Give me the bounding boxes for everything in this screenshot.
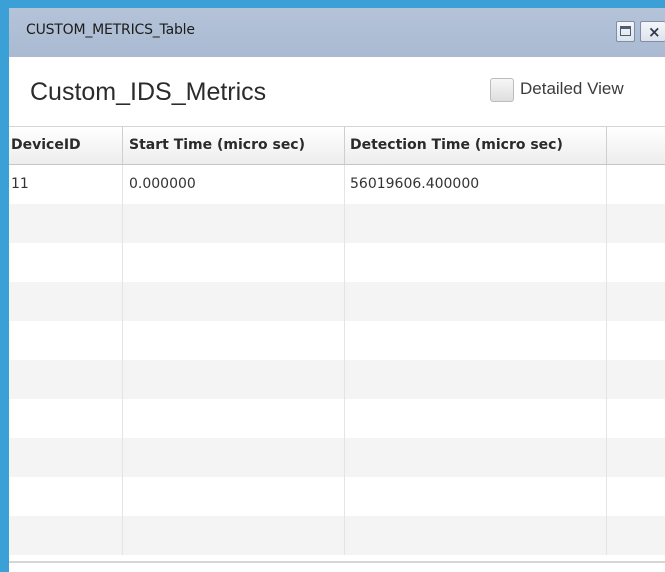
cell-detection-time xyxy=(345,360,607,399)
cell-device-id: 11 xyxy=(9,165,123,204)
table-row[interactable] xyxy=(9,399,665,438)
column-header-detection-time[interactable]: Detection Time (micro sec) xyxy=(345,127,607,164)
cell-start-time xyxy=(123,477,345,516)
cell-start-time xyxy=(123,399,345,438)
detailed-view-label[interactable]: Detailed View xyxy=(520,79,624,99)
cell-start-time xyxy=(123,282,345,321)
cell-device-id xyxy=(9,243,123,282)
cell-device-id xyxy=(9,282,123,321)
cell-device-id xyxy=(9,438,123,477)
table-row[interactable] xyxy=(9,282,665,321)
cell-start-time xyxy=(123,516,345,555)
table-row[interactable] xyxy=(9,477,665,516)
table-row[interactable] xyxy=(9,243,665,282)
cell-device-id xyxy=(9,204,123,243)
cell-device-id xyxy=(9,477,123,516)
cell-filler xyxy=(607,282,665,321)
cell-device-id xyxy=(9,399,123,438)
cell-detection-time: 56019606.400000 xyxy=(345,165,607,204)
cell-filler xyxy=(607,243,665,282)
cell-filler xyxy=(607,321,665,360)
restore-button[interactable] xyxy=(616,21,635,42)
column-header-start-time[interactable]: Start Time (micro sec) xyxy=(123,127,345,164)
cell-detection-time xyxy=(345,243,607,282)
table-row[interactable] xyxy=(9,516,665,555)
metrics-table-window: CUSTOM_METRICS_Table × Custom_IDS_Metric… xyxy=(0,0,665,572)
table-row[interactable] xyxy=(9,321,665,360)
table-row[interactable]: 11 0.000000 56019606.400000 xyxy=(9,165,665,204)
cell-device-id xyxy=(9,321,123,360)
table-header: DeviceID Start Time (micro sec) Detectio… xyxy=(9,127,665,165)
window-title: CUSTOM_METRICS_Table xyxy=(26,22,195,38)
cell-detection-time xyxy=(345,516,607,555)
cell-filler xyxy=(607,360,665,399)
cell-start-time xyxy=(123,243,345,282)
table-row[interactable] xyxy=(9,438,665,477)
column-header-filler xyxy=(607,127,665,164)
cell-filler xyxy=(607,477,665,516)
bottom-divider xyxy=(9,561,665,563)
cell-detection-time xyxy=(345,438,607,477)
cell-start-time: 0.000000 xyxy=(123,165,345,204)
cell-filler xyxy=(607,516,665,555)
cell-detection-time xyxy=(345,399,607,438)
cell-start-time xyxy=(123,438,345,477)
cell-filler xyxy=(607,399,665,438)
cell-start-time xyxy=(123,321,345,360)
cell-device-id xyxy=(9,516,123,555)
cell-detection-time xyxy=(345,204,607,243)
cell-detection-time xyxy=(345,477,607,516)
metrics-table: DeviceID Start Time (micro sec) Detectio… xyxy=(9,126,665,561)
cell-start-time xyxy=(123,204,345,243)
cell-start-time xyxy=(123,360,345,399)
restore-window-icon xyxy=(620,26,631,36)
cell-filler xyxy=(607,438,665,477)
detailed-view-checkbox[interactable] xyxy=(490,78,514,102)
close-button[interactable]: × xyxy=(640,21,665,42)
close-icon: × xyxy=(648,23,661,41)
table-row[interactable] xyxy=(9,204,665,243)
column-header-device-id[interactable]: DeviceID xyxy=(9,127,123,164)
cell-filler xyxy=(607,204,665,243)
cell-device-id xyxy=(9,360,123,399)
cell-detection-time xyxy=(345,282,607,321)
panel-heading: Custom_IDS_Metrics xyxy=(30,78,267,106)
title-bar[interactable]: CUSTOM_METRICS_Table × xyxy=(9,8,665,57)
cell-detection-time xyxy=(345,321,607,360)
table-row[interactable] xyxy=(9,360,665,399)
cell-filler xyxy=(607,165,665,204)
